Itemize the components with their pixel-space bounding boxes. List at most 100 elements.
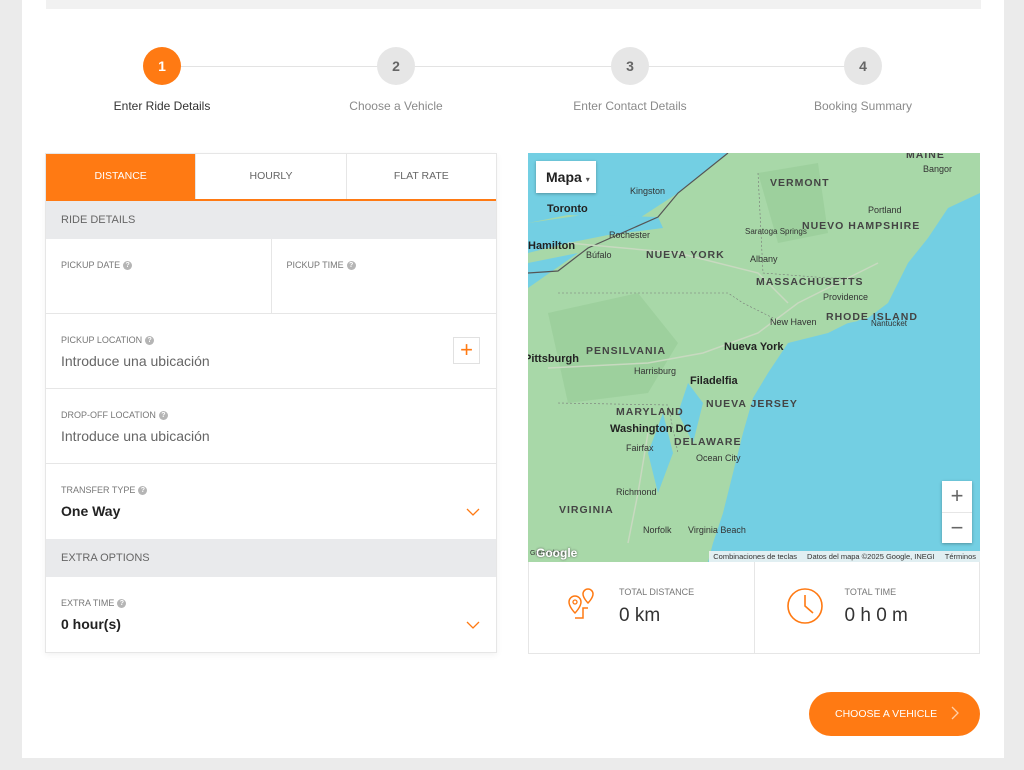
map-label: VIRGINIA (559, 504, 614, 516)
step-4[interactable]: 4 Booking Summary (763, 47, 963, 113)
chevron-down-icon (466, 621, 480, 629)
chevron-down-icon: ▾ (585, 175, 590, 184)
map-terrain (528, 153, 980, 562)
route-map[interactable]: Mapa ▾ VERMONT NUEVO HAMPSHIRE NUEVA YOR… (528, 153, 980, 562)
map-label: DELAWARE (674, 436, 742, 448)
extra-time-label-wrap: EXTRA TIME? (61, 598, 127, 608)
map-label: Norfolk (643, 525, 672, 535)
map-data-text: Datos del mapa ©2025 Google, INEGI (807, 552, 935, 561)
tab-distance[interactable]: DISTANCE (46, 154, 197, 199)
extra-time-value: 0 hour(s) (61, 616, 121, 632)
keyboard-shortcuts-link[interactable]: Combinaciones de teclas (713, 551, 797, 562)
step-label: Enter Contact Details (573, 99, 687, 113)
total-distance-stat: TOTAL DISTANCE 0 km (529, 562, 754, 653)
add-waypoint-button[interactable]: + (453, 337, 480, 364)
help-icon[interactable]: ? (138, 485, 148, 495)
map-label: NUEVA YORK (646, 249, 725, 261)
transfer-type-label-wrap: TRANSFER TYPE? (61, 485, 148, 495)
map-label: Harrisburg (634, 366, 677, 376)
pickup-location-input[interactable]: Introduce una ubicación (61, 353, 210, 369)
booking-page: 1 Enter Ride Details 2 Choose a Vehicle … (22, 0, 1004, 758)
ride-form: DISTANCE HOURLY FLAT RATE RIDE DETAILS P… (45, 153, 497, 653)
transfer-type-label: TRANSFER TYPE (61, 485, 136, 495)
pickup-location-label-wrap: PICKUP LOCATION? (61, 335, 155, 345)
zoom-in-button[interactable]: + (942, 481, 972, 512)
choose-vehicle-label: CHOOSE A VEHICLE (835, 708, 938, 720)
help-icon[interactable]: ? (145, 335, 155, 345)
map-label: RHODE ISLAND (826, 311, 918, 323)
ride-details-heading: RIDE DETAILS (46, 201, 496, 239)
map-type-label: Mapa (546, 169, 582, 185)
tab-flat-rate[interactable]: FLAT RATE (347, 154, 496, 199)
step-2[interactable]: 2 Choose a Vehicle (296, 47, 496, 113)
total-distance-value: 0 km (619, 605, 661, 626)
step-label: Enter Ride Details (113, 99, 211, 113)
total-time-value: 0 h 0 m (844, 605, 908, 626)
step-3[interactable]: 3 Enter Contact Details (530, 47, 730, 113)
zoom-out-button[interactable]: − (942, 512, 972, 543)
clock-icon (786, 588, 823, 624)
map-label: Albany (750, 254, 778, 264)
map-label: NUEVO HAMPSHIRE (802, 220, 921, 232)
help-icon[interactable]: ? (123, 260, 133, 270)
pickup-time-field[interactable]: PICKUP TIME? (270, 239, 497, 313)
help-icon[interactable]: ? (158, 410, 168, 420)
pickup-date-label-wrap: PICKUP DATE? (61, 260, 133, 270)
map-type-button[interactable]: Mapa ▾ (536, 161, 596, 193)
total-time-stat: TOTAL TIME 0 h 0 m (753, 562, 980, 653)
service-tabs: DISTANCE HOURLY FLAT RATE (46, 154, 496, 201)
step-1[interactable]: 1 Enter Ride Details (62, 47, 262, 113)
tab-hourly[interactable]: HOURLY (196, 154, 347, 199)
route-stats: TOTAL DISTANCE 0 km TOTAL TIME 0 h 0 m (528, 562, 980, 654)
pickup-location-field[interactable]: PICKUP LOCATION? Introduce una ubicación… (46, 314, 496, 389)
dropoff-location-label-wrap: DROP-OFF LOCATION? (61, 410, 168, 420)
map-label: PENSILVANIA (586, 345, 667, 357)
map-label: Nueva York (724, 341, 784, 353)
chevron-right-icon (951, 706, 959, 720)
map-attribution: Combinaciones de teclas Datos del mapa ©… (709, 551, 980, 562)
chevron-down-icon (466, 508, 480, 516)
map-label: MARYLAND (616, 406, 684, 418)
zoom-controls: + − (942, 481, 972, 543)
map-label: Hamilton (528, 240, 576, 252)
map-label: Fairfax (626, 443, 654, 453)
stepper-line (162, 66, 862, 67)
pickup-time-label-wrap: PICKUP TIME? (287, 260, 356, 270)
dropoff-location-field[interactable]: DROP-OFF LOCATION? Introduce una ubicaci… (46, 389, 496, 464)
map-label: Providence (823, 292, 869, 302)
map-label: Filadelfia (690, 375, 738, 387)
step-label: Choose a Vehicle (349, 99, 443, 113)
map-label: NUEVA JERSEY (706, 398, 798, 410)
transfer-type-value: One Way (61, 503, 121, 519)
map-label: Pittsburgh (528, 353, 579, 365)
extra-time-label: EXTRA TIME (61, 598, 115, 608)
map-label: Bangor (923, 164, 953, 174)
step-label: Booking Summary (813, 99, 913, 113)
map-label: Richmond (616, 487, 657, 497)
terms-link[interactable]: Términos (945, 551, 976, 562)
map-label: MASSACHUSETTS (756, 276, 864, 288)
total-distance-label: TOTAL DISTANCE (619, 587, 695, 597)
extra-time-select[interactable]: EXTRA TIME? 0 hour(s) (46, 577, 496, 652)
extra-options-heading: EXTRA OPTIONS (46, 539, 496, 577)
pickup-time-label: PICKUP TIME (286, 260, 344, 270)
pickup-datetime-row: PICKUP DATE? PICKUP TIME? (46, 239, 496, 314)
help-icon[interactable]: ? (346, 260, 356, 270)
map-label: Ocean City (696, 453, 741, 463)
top-strip (46, 0, 981, 9)
dropoff-location-input[interactable]: Introduce una ubicación (61, 428, 210, 444)
step-number: 2 (377, 47, 415, 85)
map-label: Virginia Beach (688, 525, 746, 535)
pickup-location-label: PICKUP LOCATION (61, 335, 143, 345)
step-number: 4 (844, 47, 882, 85)
map-label: Toronto (547, 203, 588, 215)
map-label: Rochester (609, 230, 651, 240)
help-icon[interactable]: ? (117, 598, 127, 608)
map-label: Washington DC (610, 423, 692, 435)
map-label: Kingston (630, 186, 666, 196)
pickup-date-field[interactable]: PICKUP DATE? (46, 239, 271, 313)
choose-vehicle-button[interactable]: CHOOSE A VEHICLE (809, 692, 980, 736)
transfer-type-select[interactable]: TRANSFER TYPE? One Way (46, 464, 496, 539)
total-time-label: TOTAL TIME (844, 587, 897, 597)
map-label: MAINE (906, 153, 945, 161)
